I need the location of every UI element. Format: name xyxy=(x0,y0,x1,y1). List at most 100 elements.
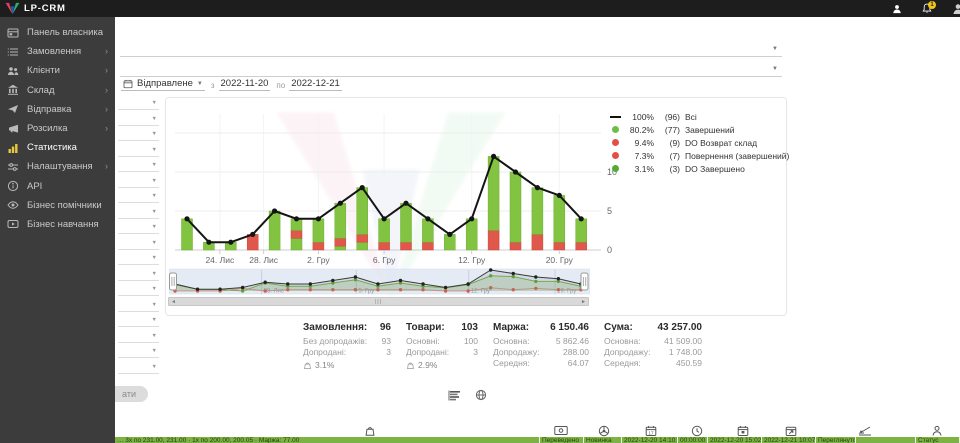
calendar-check-icon[interactable] xyxy=(737,425,750,437)
sidebar-item-stats[interactable]: Статистика xyxy=(0,138,115,157)
sidebar-item-orders[interactable]: Замовлення› xyxy=(0,42,115,61)
sidebar-item-label: Статистика xyxy=(27,142,77,153)
stat-subrow: Середня:64.07 xyxy=(493,358,589,369)
legend-count: (7) xyxy=(656,151,680,161)
sidebar-item-clients[interactable]: Клієнти› xyxy=(0,61,115,80)
date-from-input[interactable]: 2022-11-20 xyxy=(219,78,271,91)
left-filter-select-15[interactable]: ▼ xyxy=(118,315,159,327)
table-row[interactable]: … 3x по 231.00, 231.00 · 1x по 200.00, 2… xyxy=(115,437,960,443)
bar-rows-view-icon[interactable] xyxy=(446,388,462,402)
stat-title-row: Товари:103 xyxy=(406,322,478,333)
chevron-down-icon: ▼ xyxy=(152,348,157,354)
left-filter-select-6[interactable]: ▼ xyxy=(118,176,159,188)
chevron-down-icon: ▼ xyxy=(152,333,157,339)
left-filter-select-9[interactable]: ▼ xyxy=(118,222,159,234)
chevron-down-icon: ▼ xyxy=(152,209,157,215)
chevron-right-icon: › xyxy=(105,86,108,95)
calendar-date-icon[interactable]: 17 xyxy=(645,425,658,437)
sidebar-item-label: Налаштування xyxy=(27,161,93,172)
banknote-icon[interactable] xyxy=(554,425,567,437)
left-filter-select-2[interactable]: ▼ xyxy=(118,114,159,126)
clients-icon xyxy=(7,65,21,77)
chart-lines-icon[interactable] xyxy=(858,425,871,437)
svg-text:17: 17 xyxy=(648,430,654,435)
filter-select-1[interactable]: ▼ xyxy=(120,44,782,57)
filter-select-2[interactable]: ▼ xyxy=(120,64,782,77)
chart-range-navigator[interactable]: 28. Лис5. Гру12. Гру19. Гру xyxy=(169,268,590,296)
user-icon[interactable] xyxy=(892,1,902,16)
legend-count: (9) xyxy=(656,138,680,148)
left-filter-select-8[interactable]: ▼ xyxy=(118,207,159,219)
legend-pct: 80.2% xyxy=(624,125,654,135)
stat-value: 96 xyxy=(380,322,391,333)
stat-subrow: Допродані:3 xyxy=(406,347,478,358)
legend-entry[interactable]: 80.2%(77)Завершений xyxy=(609,123,789,136)
left-filter-select-16[interactable]: ▼ xyxy=(118,331,159,343)
left-filter-select-18[interactable]: ▼ xyxy=(118,362,159,374)
to-label: по xyxy=(276,81,285,90)
sidebar-item-helpers[interactable]: Бізнес помічники xyxy=(0,196,115,215)
bell-icon[interactable]: 1 xyxy=(922,1,932,16)
shipment-type-label: Відправлене xyxy=(137,78,193,89)
left-filter-select-13[interactable]: ▼ xyxy=(118,284,159,296)
sidebar-menu: Панель власникаЗамовлення›Клієнти›Склад›… xyxy=(0,17,115,443)
scroll-right-icon[interactable]: ► xyxy=(581,298,586,306)
stat-subrow: Основні:100 xyxy=(406,336,478,347)
dot-swatch-icon xyxy=(609,152,621,159)
legend-entry[interactable]: 9.4%(9)DO Возврат склад xyxy=(609,136,789,149)
sidebar-item-shipping[interactable]: Відправка› xyxy=(0,100,115,119)
clock-icon[interactable] xyxy=(691,425,704,437)
left-filter-select-12[interactable]: ▼ xyxy=(118,269,159,281)
sidebar-item-warehouse[interactable]: Склад› xyxy=(0,81,115,100)
chart-legend: 100%(96)Всі80.2%(77)Завершений9.4%(9)DO … xyxy=(609,110,789,175)
bag-icon[interactable] xyxy=(364,425,377,437)
upsell-percent-badge: 3.1% xyxy=(303,360,391,370)
legend-entry[interactable]: 100%(96)Всі xyxy=(609,110,789,123)
left-filter-select-1[interactable]: ▼ xyxy=(118,98,159,110)
table-cell: 2022-12-20 15:02:20 xyxy=(708,437,762,443)
navigator-scrollbar[interactable]: ◄ ||| ► xyxy=(168,297,589,306)
svg-text:28. Лис: 28. Лис xyxy=(249,255,279,265)
sidebar-item-label: Замовлення xyxy=(27,46,81,57)
avatar-icon[interactable] xyxy=(952,1,960,16)
svg-text:0: 0 xyxy=(607,245,612,255)
orders-status-chart[interactable]: 051024. Лис28. Лис2. Гру6. Гру12. Гру20.… xyxy=(169,100,629,270)
sidebar-item-dashboard[interactable]: Панель власника xyxy=(0,23,115,42)
sidebar-item-label: Панель власника xyxy=(27,27,103,38)
sidebar-item-mailing[interactable]: Розсилка› xyxy=(0,119,115,138)
orders-icon xyxy=(7,46,21,58)
date-filter-row: Відправлене ▼ з 2022-11-20 по 2022-12-21 xyxy=(121,78,342,91)
left-filter-select-7[interactable]: ▼ xyxy=(118,191,159,203)
table-cell: 00:00:00 xyxy=(678,437,708,443)
chevron-right-icon: › xyxy=(105,124,108,133)
stat-title: Замовлення: xyxy=(303,322,367,333)
calendar-arrow-icon[interactable] xyxy=(785,425,798,437)
legend-entry[interactable]: 3.1%(3)DO Завершено xyxy=(609,162,789,175)
calendar-icon xyxy=(123,79,133,89)
shipment-type-select[interactable]: Відправлене ▼ xyxy=(121,78,205,91)
left-filter-select-5[interactable]: ▼ xyxy=(118,160,159,172)
left-filter-select-3[interactable]: ▼ xyxy=(118,129,159,141)
table-cell xyxy=(856,437,916,443)
globe-view-icon[interactable] xyxy=(473,388,489,402)
legend-entry[interactable]: 7.3%(7)Повернення (завершений) xyxy=(609,149,789,162)
stat-subrow: Середня:450.59 xyxy=(604,358,702,369)
wheel-icon[interactable] xyxy=(598,425,611,437)
sidebar-item-settings[interactable]: Налаштування › xyxy=(0,157,115,176)
chevron-down-icon: ▼ xyxy=(152,193,157,199)
left-filter-select-17[interactable]: ▼ xyxy=(118,346,159,358)
lp-crm-logo[interactable]: LP-CRM xyxy=(0,2,66,15)
chevron-right-icon: › xyxy=(105,162,108,171)
scroll-left-icon[interactable]: ◄ xyxy=(171,298,176,306)
sidebar-item-training[interactable]: Бізнес навчання xyxy=(0,215,115,234)
left-filter-select-14[interactable]: ▼ xyxy=(118,300,159,312)
scroll-grip-icon[interactable]: ||| xyxy=(375,298,382,306)
date-to-input[interactable]: 2022-12-21 xyxy=(289,78,342,91)
sidebar-item-api[interactable]: API xyxy=(0,177,115,196)
settings-icon xyxy=(7,161,21,173)
left-filter-select-11[interactable]: ▼ xyxy=(118,253,159,265)
left-filter-select-4[interactable]: ▼ xyxy=(118,145,159,157)
stat-group: Товари:103Основні:100Допродані:32.9% xyxy=(406,322,478,370)
person-icon[interactable] xyxy=(931,425,944,437)
left-filter-select-10[interactable]: ▼ xyxy=(118,238,159,250)
